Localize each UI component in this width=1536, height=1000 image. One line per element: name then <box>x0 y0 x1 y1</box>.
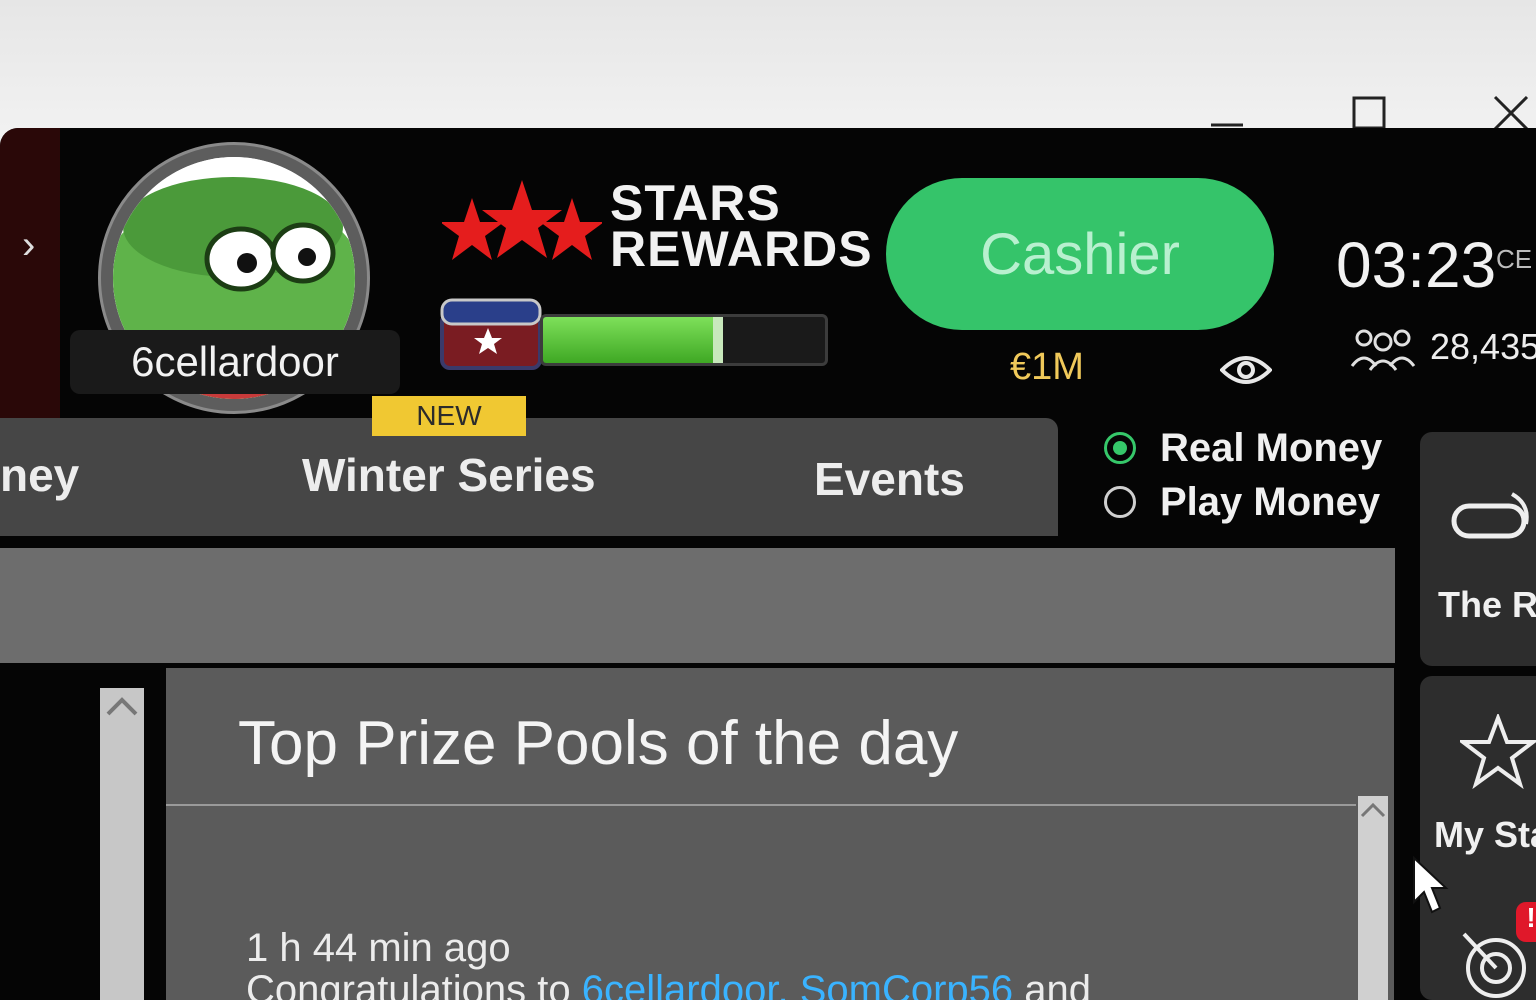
close-icon <box>1493 95 1529 131</box>
news-player-link[interactable]: 6cellardoor, SomCorp56 <box>582 968 1013 1000</box>
rewards-progress-bar <box>540 314 828 366</box>
players-online-count: 28,435 <box>1430 326 1536 367</box>
tab-money[interactable]: ney <box>0 448 79 502</box>
poker-client: › 6cellardoor STARS REWARDS Cashier €1M … <box>0 128 1536 1000</box>
play-money-label[interactable]: Play Money <box>1160 480 1380 525</box>
left-scrollbar[interactable] <box>100 688 144 1000</box>
widget-my-stars[interactable]: My Sta ! <box>1420 676 1536 1000</box>
cashier-button[interactable]: Cashier <box>886 178 1274 330</box>
news-title: Top Prize Pools of the day <box>238 709 959 778</box>
news-suffix: and <box>1024 968 1092 1000</box>
expand-rail-icon[interactable]: › <box>22 223 35 268</box>
news-prefix: Congratulations to <box>246 968 571 1000</box>
stars-rewards-logo-icon <box>442 180 602 260</box>
news-timestamp: 1 h 44 min ago <box>246 926 511 970</box>
timezone: CE <box>1496 244 1533 274</box>
stars-rewards-line2: REWARDS <box>610 221 873 277</box>
players-icon <box>1350 329 1416 371</box>
filter-strip <box>0 548 1395 663</box>
news-scroll-up-icon[interactable] <box>1358 796 1388 826</box>
real-money-radio[interactable] <box>1104 432 1136 464</box>
new-badge: NEW <box>372 396 526 436</box>
news-divider <box>166 804 1356 806</box>
tab-winter-series[interactable]: Winter Series <box>302 448 596 502</box>
window-titlebar <box>0 0 1536 140</box>
real-money-label[interactable]: Real Money <box>1160 426 1382 471</box>
maximize-icon <box>1352 96 1386 130</box>
minimize-icon <box>1211 123 1243 127</box>
widget-my-stars-label: My Sta <box>1434 814 1536 855</box>
news-scrollbar[interactable] <box>1358 796 1388 1000</box>
play-money-radio[interactable] <box>1104 486 1136 518</box>
ring-icon <box>1451 492 1529 539</box>
widget-the-race-label: The Ra <box>1438 584 1536 625</box>
reward-chest-icon[interactable] <box>436 294 546 374</box>
left-rail <box>0 128 60 418</box>
stars-rewards-title[interactable]: STARS REWARDS <box>610 175 873 277</box>
stars-rewards-line1: STARS <box>610 175 781 231</box>
widget-the-race[interactable]: The Ra <box>1420 432 1536 666</box>
news-body: Congratulations to 6cellardoor, SomCorp5… <box>246 968 1091 1000</box>
star-icon <box>1460 714 1536 790</box>
scroll-up-icon[interactable] <box>100 688 144 728</box>
clock: 03:23 <box>1336 229 1497 301</box>
mouse-cursor-icon <box>1413 856 1449 914</box>
rewards-progress-fill <box>543 317 718 363</box>
alert-badge: ! <box>1516 902 1536 942</box>
rewards-progress-marker <box>712 317 723 363</box>
eye-icon[interactable] <box>1220 350 1272 390</box>
account-balance: €1M <box>1010 346 1084 388</box>
username: 6cellardoor <box>70 330 400 394</box>
tab-events[interactable]: Events <box>814 452 965 506</box>
